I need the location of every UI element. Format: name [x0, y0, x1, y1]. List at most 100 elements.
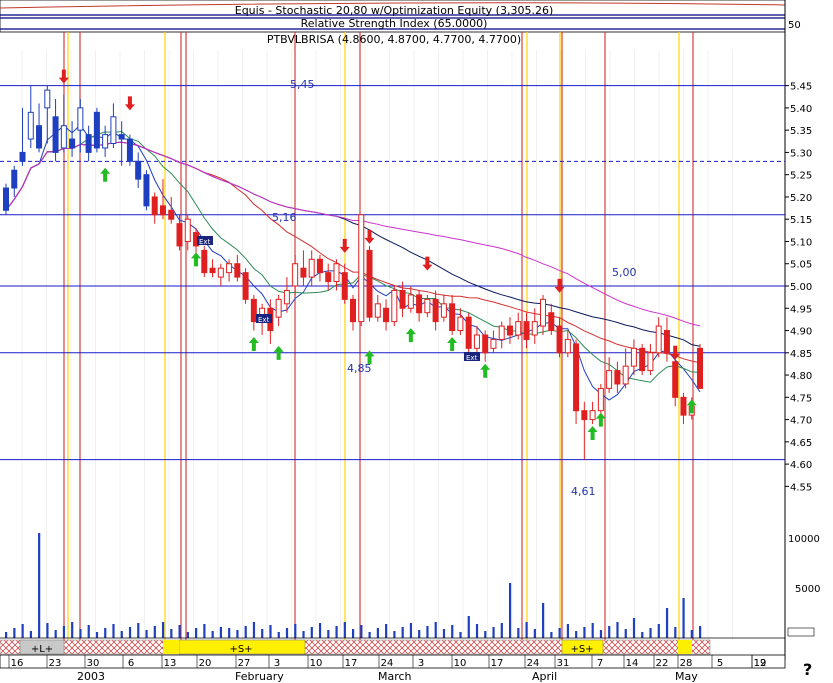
volume-bar [178, 625, 181, 638]
price-tick-label: 4.60 [790, 460, 812, 471]
candle-body [366, 249, 373, 318]
price-tick-label: 5.30 [790, 148, 812, 159]
ext-marker-1: Ext [199, 238, 211, 246]
volume-bar [583, 627, 586, 638]
candle-body [416, 294, 423, 314]
volume-bar [343, 622, 346, 638]
volume-bar [368, 632, 371, 638]
volume-bar [426, 626, 429, 638]
day-tick-label: 3 [274, 658, 280, 669]
candle-body [647, 352, 654, 372]
candle-body [283, 289, 290, 305]
month-label-april: April [532, 670, 557, 683]
volume-bar [360, 625, 363, 638]
volume-bar [46, 623, 49, 638]
axes: 5.45 5.40 5.35 5.30 5.25 5.20 5.15 5.10 5.05 5.00… [0, 82, 812, 669]
volume-bar [219, 627, 223, 638]
candle-body [622, 365, 629, 385]
candle-body [52, 116, 59, 153]
candle-body [217, 267, 224, 278]
volume-bar [674, 627, 677, 638]
candle-body [639, 347, 646, 372]
volume-tick-5000: 5000 [795, 584, 820, 595]
signal-bar-track [0, 639, 711, 655]
candlestick-series [3, 85, 703, 460]
day-tick-label: 17 [345, 658, 358, 669]
buy-arrow [595, 412, 606, 427]
sell-arrow [124, 96, 135, 111]
candle-body [663, 330, 670, 354]
day-tick-label: 10 [310, 658, 323, 669]
candle-body [36, 125, 43, 149]
volume-bar [170, 629, 173, 638]
day-tick-label: 10 [454, 658, 467, 669]
candle-body [597, 387, 604, 412]
candle-body [614, 370, 621, 385]
candle-body [300, 267, 307, 278]
volume-bar [616, 622, 619, 638]
candle-body [407, 294, 414, 309]
volume-bar [352, 629, 355, 638]
day-tick-label: 5 [717, 658, 723, 669]
candle-body [126, 138, 133, 162]
volume-bar [195, 628, 198, 638]
volume-bar [13, 628, 16, 638]
volume-bar [128, 627, 132, 638]
buy-arrow [587, 426, 598, 441]
buy-arrow [480, 363, 491, 378]
candle-body [449, 303, 456, 332]
volume-bar [624, 629, 627, 638]
candle-body [697, 347, 703, 389]
candle-body [325, 272, 332, 283]
candle-body [93, 111, 100, 149]
candle-body [630, 347, 637, 367]
day-tick-label: 27 [238, 658, 251, 669]
candle-body [358, 214, 365, 323]
volume-bar [376, 628, 379, 638]
volume-bar [203, 624, 206, 638]
chart-title-line-1: Equis - Stochastic 20,80 w/Optimization … [235, 4, 553, 17]
volume-bar [385, 624, 388, 638]
signal-short-label-2: +S+ [570, 644, 593, 655]
candle-body [184, 218, 191, 242]
volume-bar [525, 622, 528, 638]
candle-body [308, 258, 315, 278]
day-tick-label: 3 [418, 658, 424, 669]
day-tick-label: 28 [680, 658, 693, 669]
volume-bar [451, 625, 454, 638]
volume-bar [500, 623, 503, 638]
volume-bar [657, 624, 660, 638]
price-tick-label: 4.65 [790, 438, 812, 449]
candle-body [506, 325, 513, 336]
buy-arrow [100, 167, 111, 182]
candle-body [498, 325, 505, 340]
volume-bar [153, 626, 156, 638]
candle-body [135, 160, 142, 180]
candle-body [465, 316, 472, 349]
volume-bar [649, 628, 652, 638]
volume-bar [459, 632, 462, 638]
volume-bar [641, 632, 644, 638]
ma-fast-line [5, 124, 701, 401]
candle-body [540, 298, 547, 327]
candle-body [374, 303, 381, 318]
buy-arrow [405, 328, 416, 343]
candle-body [548, 312, 555, 332]
candle-body [110, 116, 117, 145]
volume-axis-labels: 10000 5000 [788, 534, 820, 595]
candle-body [432, 298, 439, 323]
volume-bar [550, 632, 553, 638]
candle-body [102, 134, 109, 149]
volume-bar [682, 598, 685, 638]
candle-body [27, 111, 34, 140]
candle-body [159, 205, 166, 216]
volume-bar [228, 628, 231, 638]
signal-segment [678, 640, 692, 654]
volume-bar [236, 630, 239, 638]
candle-body [424, 298, 431, 314]
candle-body [556, 325, 563, 354]
candle-body [226, 263, 233, 274]
volume-bar [467, 616, 470, 638]
volume-bar [699, 626, 702, 638]
price-level-labels: 5,45 5,16 5,00 4,85 4,61 [272, 78, 637, 498]
